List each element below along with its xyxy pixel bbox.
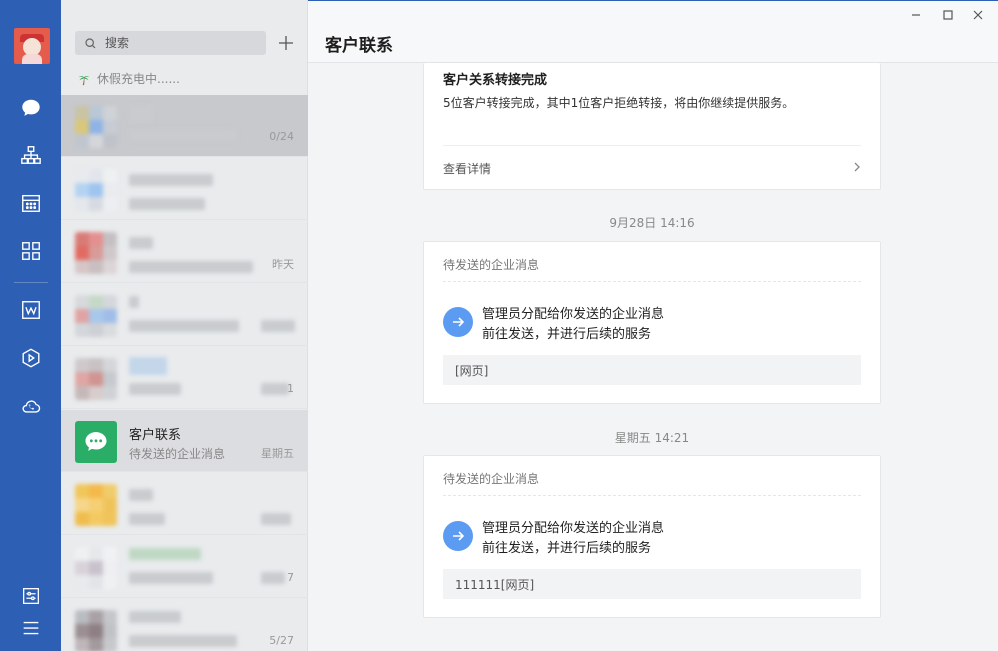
conversation-list-panel: 休假充电中...... 0/24 昨天 bbox=[61, 0, 308, 651]
minimize-button[interactable] bbox=[902, 6, 930, 24]
conversation-time: 0/24 bbox=[269, 130, 294, 143]
pending-message-card[interactable]: 待发送的企业消息 管理员分配给你发送的企业消息 前往发送，并进行后续的服务 11… bbox=[423, 455, 881, 618]
rail-messages-button[interactable] bbox=[15, 92, 47, 124]
card-description: 5位客户转接完成，其中1位客户拒绝转接，将由你继续提供服务。 bbox=[443, 96, 795, 110]
maximize-button[interactable] bbox=[934, 6, 962, 24]
chat-main-panel: 客户联系 客户关系转接完成 5位客户转接完成，其中1位客户拒绝转接，将由你继续提… bbox=[308, 0, 998, 651]
conversation-time: 1 bbox=[287, 382, 294, 395]
hamburger-menu-icon bbox=[23, 621, 39, 635]
conversation-item[interactable]: 5/27 bbox=[61, 599, 308, 651]
message-line-1: 管理员分配给你发送的企业消息 bbox=[482, 307, 665, 322]
rail-contacts-button[interactable] bbox=[15, 139, 47, 171]
search-input[interactable] bbox=[105, 36, 245, 50]
status-text: 休假充电中...... bbox=[97, 72, 180, 86]
conversation-avatar bbox=[75, 232, 117, 274]
conversation-time: 7 bbox=[287, 571, 294, 584]
message-timestamp: 星期五 14:21 bbox=[614, 431, 690, 445]
conversation-item[interactable]: 1 bbox=[61, 347, 308, 409]
close-button[interactable] bbox=[964, 6, 992, 24]
rail-settings-button[interactable] bbox=[15, 580, 47, 612]
search-box[interactable] bbox=[75, 31, 266, 55]
org-chart-icon bbox=[21, 146, 41, 164]
message-line-2: 前往发送，并进行后续的服务 bbox=[482, 541, 652, 556]
conversation-avatar bbox=[75, 169, 117, 211]
page-title: 客户联系 bbox=[325, 36, 393, 56]
rail-apps-button[interactable] bbox=[15, 235, 47, 267]
card-divider bbox=[443, 145, 861, 146]
rail-docs-button[interactable] bbox=[15, 294, 47, 326]
palm-tree-icon bbox=[78, 75, 90, 85]
conversation-item[interactable]: 昨天 bbox=[61, 221, 308, 283]
rail-calendar-button[interactable] bbox=[15, 187, 47, 219]
calendar-icon bbox=[22, 194, 40, 212]
conversation-avatar bbox=[75, 610, 117, 651]
view-details-link[interactable]: 查看详情 bbox=[443, 160, 491, 177]
user-status[interactable]: 休假充电中...... bbox=[77, 70, 180, 87]
conversation-avatar bbox=[75, 358, 117, 400]
conversation-time: 星期五 bbox=[261, 447, 294, 460]
webpage-attachment[interactable]: [网页] bbox=[443, 355, 861, 385]
minimize-icon bbox=[912, 14, 920, 16]
grid-apps-icon bbox=[22, 242, 40, 260]
webpage-attachment[interactable]: 111111[网页] bbox=[443, 569, 861, 599]
rail-divider bbox=[14, 282, 48, 283]
conversation-item[interactable] bbox=[61, 284, 308, 346]
conversation-avatar bbox=[75, 484, 117, 526]
user-avatar[interactable] bbox=[14, 28, 50, 64]
rail-drive-button[interactable] bbox=[15, 342, 47, 374]
conversation-avatar bbox=[75, 295, 117, 337]
plus-icon bbox=[279, 36, 293, 50]
rail-menu-button[interactable] bbox=[15, 612, 47, 644]
hexagon-play-icon bbox=[22, 348, 40, 368]
message-line-1: 管理员分配给你发送的企业消息 bbox=[482, 521, 665, 536]
conversation-preview: 待发送的企业消息 bbox=[129, 447, 226, 461]
conversation-item[interactable] bbox=[61, 473, 308, 535]
conversation-item[interactable] bbox=[61, 158, 308, 220]
search-icon bbox=[85, 37, 96, 48]
conversation-avatar bbox=[75, 547, 117, 589]
avatar-body bbox=[22, 54, 42, 64]
cloud-phone-icon bbox=[22, 400, 41, 413]
arrow-right-icon bbox=[443, 521, 473, 551]
rail-phone-button[interactable] bbox=[15, 390, 47, 422]
card-title: 客户关系转接完成 bbox=[443, 73, 548, 88]
conversation-avatar bbox=[75, 106, 117, 148]
conversation-time: 5/27 bbox=[269, 634, 294, 647]
conversation-time: 昨天 bbox=[272, 258, 294, 271]
chat-bubble-icon bbox=[22, 99, 40, 116]
sliders-icon bbox=[23, 588, 39, 604]
message-line-2: 前往发送，并进行后续的服务 bbox=[482, 327, 652, 342]
conversation-item[interactable]: 0/24 bbox=[61, 95, 308, 157]
document-w-icon bbox=[22, 301, 40, 319]
message-timestamp: 9月28日 14:16 bbox=[609, 216, 695, 230]
arrow-right-icon bbox=[443, 307, 473, 337]
conversation-name: 客户联系 bbox=[129, 428, 182, 443]
chevron-right-icon[interactable] bbox=[852, 161, 862, 173]
chat-header: 客户联系 bbox=[308, 1, 998, 63]
conversation-item[interactable]: 7 bbox=[61, 536, 308, 598]
conversation-item-customer-contact[interactable]: 客户联系 待发送的企业消息 星期五 bbox=[61, 410, 308, 472]
add-button[interactable] bbox=[274, 31, 298, 55]
nav-rail bbox=[0, 0, 61, 651]
dashed-divider bbox=[443, 281, 861, 282]
message-header: 待发送的企业消息 bbox=[443, 258, 540, 272]
pending-message-card[interactable]: 待发送的企业消息 管理员分配给你发送的企业消息 前往发送，并进行后续的服务 [网… bbox=[423, 241, 881, 404]
dashed-divider bbox=[443, 495, 861, 496]
wechat-icon bbox=[75, 421, 117, 463]
transfer-complete-card: 客户关系转接完成 5位客户转接完成，其中1位客户拒绝转接，将由你继续提供服务。 … bbox=[423, 63, 881, 190]
maximize-icon bbox=[943, 10, 953, 20]
message-header: 待发送的企业消息 bbox=[443, 472, 540, 486]
close-icon bbox=[973, 10, 983, 20]
